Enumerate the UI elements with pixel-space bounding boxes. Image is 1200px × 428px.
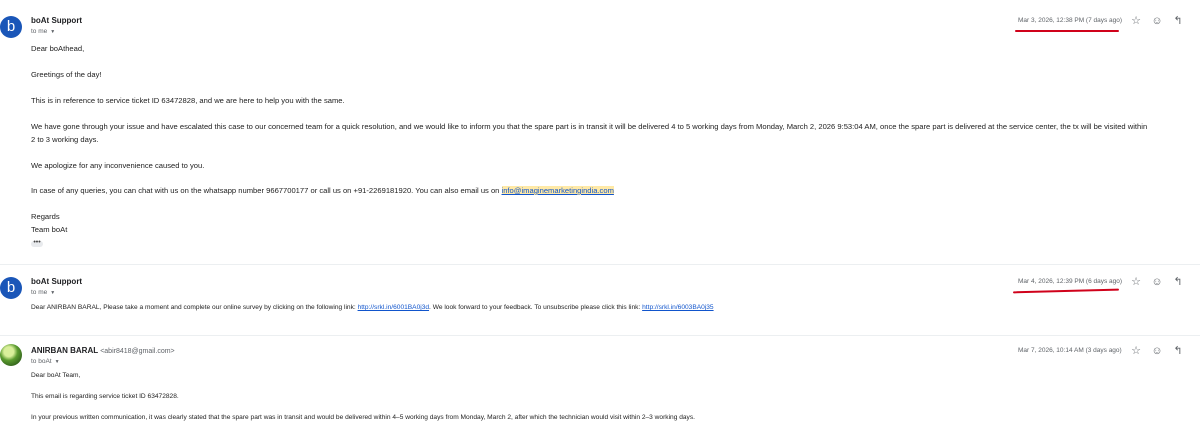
star-icon[interactable]: ☆ [1130,276,1142,288]
annotation-underline [1015,30,1119,32]
body-line: In your previous written communication, … [31,414,695,421]
message-date: Mar 3, 2026, 12:38 PM (7 days ago) [1018,17,1123,24]
contact-text: In case of any queries, you can chat wit… [31,186,502,195]
emoji-reaction-icon[interactable]: ☺ [1151,15,1163,27]
body-line: Regards [31,212,60,221]
chevron-down-icon: ▼ [50,290,56,296]
sender-email: <abir8418@gmail.com> [100,348,175,355]
sender-avatar[interactable]: b [0,277,22,299]
body-line: 2 to 3 working days. [31,135,99,144]
show-trimmed-content-button[interactable]: ••• [31,239,43,247]
avatar[interactable] [0,344,22,366]
chevron-down-icon: ▼ [50,29,56,35]
star-icon[interactable]: ☆ [1130,345,1142,357]
message-date: Mar 4, 2026, 12:39 PM (6 days ago) [1018,278,1123,285]
emoji-reaction-icon[interactable]: ☺ [1151,276,1163,288]
sender-name: ANIRBAN BARAL [31,346,98,355]
survey-body-line: Dear ANIRBAN BARAL, Please take a moment… [31,304,714,311]
email-link[interactable]: info@imaginemarketingindia.com [501,186,614,195]
message-divider [0,264,1200,265]
body-line-contact: In case of any queries, you can chat wit… [31,186,614,195]
sender-name[interactable]: boAt Support [31,16,82,25]
message-date: Mar 7, 2026, 10:14 AM (3 days ago) [1018,347,1122,354]
recipient-label: to me [31,289,48,296]
body-line: Greetings of the day! [31,70,102,79]
reply-icon[interactable]: ↰ [1172,15,1184,27]
message-divider [0,335,1200,336]
survey-text-middle: . We look forward to your feedback. To u… [429,304,643,311]
body-line: Team boAt [31,225,68,234]
chevron-down-icon: ▼ [54,359,60,365]
body-line: Dear boAt Team, [31,372,81,379]
recipient-details[interactable]: to boAt ▼ [31,358,60,365]
recipient-details[interactable]: to me ▼ [31,28,55,35]
sender-name-row[interactable]: ANIRBAN BARAL <abir8418@gmail.com> [31,346,175,355]
reply-icon[interactable]: ↰ [1172,276,1184,288]
reply-icon[interactable]: ↰ [1172,345,1184,357]
recipient-label: to me [31,28,48,35]
body-line: This is in reference to service ticket I… [31,96,345,105]
emoji-reaction-icon[interactable]: ☺ [1151,345,1163,357]
sender-avatar[interactable]: b [0,16,22,38]
recipient-details[interactable]: to me ▼ [31,289,55,296]
body-line: We have gone through your issue and have… [31,122,1148,131]
body-line: This email is regarding service ticket I… [31,393,179,400]
body-line: We apologize for any inconvenience cause… [31,161,205,170]
recipient-label: to boAt [31,358,52,365]
survey-text: Dear ANIRBAN BARAL, Please take a moment… [31,304,358,311]
survey-link[interactable]: http://srkl.in/6001BA0j3d [358,304,429,311]
star-icon[interactable]: ☆ [1130,15,1142,27]
unsubscribe-link[interactable]: http://srkl.in/6003BA0j35 [642,304,713,311]
body-line: Dear boAthead, [31,44,85,53]
annotation-underline [1012,288,1120,294]
sender-name[interactable]: boAt Support [31,277,82,286]
